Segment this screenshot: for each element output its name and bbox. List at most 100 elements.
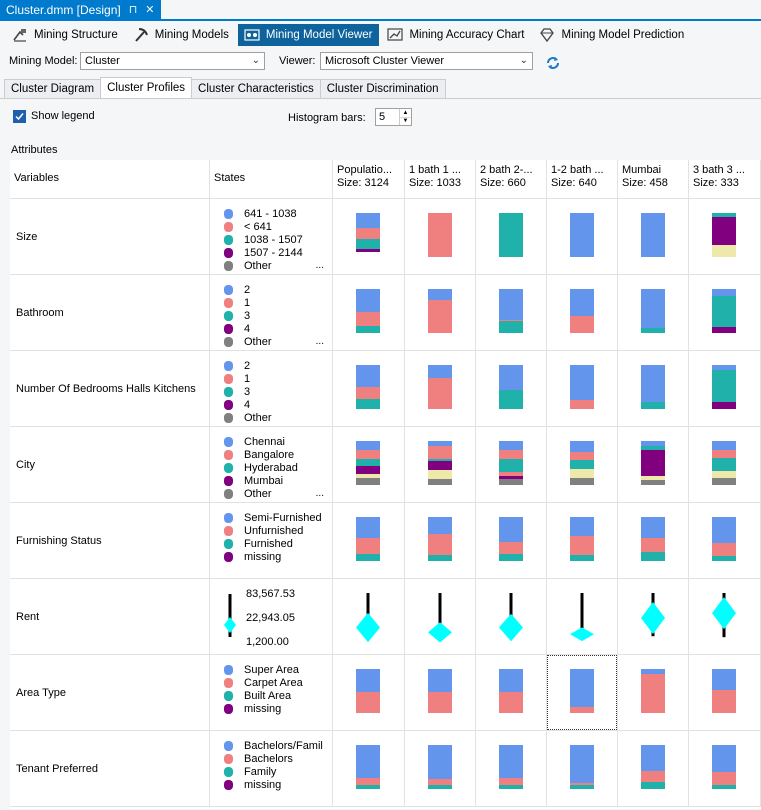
column-header-cluster[interactable]: 2 bath 2-... Size: 660 [476,160,547,199]
histogram-segment [641,289,665,328]
column-header-cluster[interactable]: 3 bath 3 ... Size: 333 [689,160,761,199]
state-color-swatch [224,704,233,714]
state-legend-item: 4 [224,399,250,411]
histogram-cell[interactable] [405,427,476,503]
pin-icon[interactable]: ⊓ [129,3,138,16]
variable-name[interactable]: Tenant Preferred [10,731,210,807]
histogram-segment [570,706,594,713]
column-header-cluster[interactable]: Populatio... Size: 3124 [333,160,405,199]
document-tab[interactable]: Cluster.dmm [Design] ⊓ ✕ [0,0,161,19]
histogram-cell[interactable] [618,427,689,503]
histogram-cell[interactable] [689,655,761,731]
histogram-cell[interactable] [476,503,547,579]
column-header-states[interactable]: States [210,160,333,199]
histogram-cell[interactable] [333,199,405,275]
toolbar-mining-structure-button[interactable]: Mining Structure [6,24,125,46]
variable-name[interactable]: Furnishing Status [10,503,210,579]
histogram-segment [712,470,736,479]
state-label: Chennai [244,436,285,448]
histogram-cell[interactable] [476,275,547,351]
histogram-cell[interactable] [476,427,547,503]
tab-cluster-characteristics[interactable]: Cluster Characteristics [191,79,321,98]
viewer-dropdown[interactable]: Microsoft Cluster Viewer ⌄ [320,52,533,70]
histogram-segment [428,470,452,479]
histogram-cell[interactable] [547,655,618,731]
histogram-cell[interactable] [476,199,547,275]
toolbar-mining-models-button[interactable]: Mining Models [127,24,236,46]
refresh-icon[interactable] [545,55,561,71]
histogram-cell[interactable] [547,351,618,427]
histogram-cell[interactable] [618,275,689,351]
histogram-cell[interactable] [405,731,476,807]
rent-profile-cell[interactable] [405,579,476,655]
histogram-cell[interactable] [405,199,476,275]
variable-name[interactable]: Size [10,199,210,275]
rent-profile-cell[interactable] [476,579,547,655]
histogram-segment [712,745,736,773]
toolbar-button-label: Mining Model Prediction [561,29,685,41]
histogram-cell[interactable] [618,655,689,731]
histogram-cell[interactable] [618,503,689,579]
histogram-cell[interactable] [476,655,547,731]
histogram-cell[interactable] [547,275,618,351]
state-label: 4 [244,399,251,411]
column-header-variables[interactable]: Variables [10,160,210,199]
histogram-cell[interactable] [547,199,618,275]
tab-cluster-profiles[interactable]: Cluster Profiles [100,77,193,98]
histogram-cell[interactable] [405,655,476,731]
toolbar-mining-model-viewer-button[interactable]: Mining Model Viewer [237,24,380,46]
state-legend-item: Built Area [224,690,291,702]
histogram-cell[interactable] [689,427,761,503]
histogram-cell[interactable] [689,199,761,275]
variable-name[interactable]: Bathroom [10,275,210,351]
histogram-cell[interactable] [476,731,547,807]
state-label: 1 [244,297,251,309]
histogram-cell[interactable] [333,275,405,351]
rent-profile-cell[interactable] [333,579,405,655]
histogram-cell[interactable] [333,351,405,427]
histogram-segment [641,327,665,333]
toolbar-mining-model-prediction-button[interactable]: Mining Model Prediction [533,24,691,46]
show-legend-checkbox[interactable] [13,110,26,123]
column-header-cluster[interactable]: 1 bath 1 ... Size: 1033 [405,160,476,199]
histogram-cell[interactable] [333,503,405,579]
histogram-segment [570,785,594,789]
histogram-cell[interactable] [405,351,476,427]
histogram-bar [712,669,736,713]
variable-name[interactable]: Rent [10,579,210,655]
histogram-cell[interactable] [618,199,689,275]
histogram-bars-spinner[interactable]: 5 ▲ ▼ [375,108,412,126]
histogram-cell[interactable] [618,351,689,427]
toolbar-mining-accuracy-chart-button[interactable]: Mining Accuracy Chart [381,24,531,46]
accuracy-chart-icon [387,27,404,43]
histogram-cell[interactable] [689,731,761,807]
histogram-cell[interactable] [405,275,476,351]
tab-cluster-diagram[interactable]: Cluster Diagram [4,79,102,98]
column-header-cluster[interactable]: 1-2 bath ... Size: 640 [547,160,618,199]
histogram-cell[interactable] [333,427,405,503]
histogram-cell[interactable] [333,655,405,731]
histogram-cell[interactable] [547,427,618,503]
variable-name[interactable]: Area Type [10,655,210,731]
tab-cluster-discrimination[interactable]: Cluster Discrimination [319,79,446,98]
rent-profile-cell[interactable] [689,579,761,655]
rent-profile-cell[interactable] [547,579,618,655]
pickaxe-icon [133,27,149,43]
column-header-cluster[interactable]: Mumbai Size: 458 [618,160,689,199]
histogram-cell[interactable] [689,503,761,579]
histogram-cell[interactable] [333,731,405,807]
histogram-cell[interactable] [618,731,689,807]
variable-name[interactable]: City [10,427,210,503]
histogram-cell[interactable] [689,351,761,427]
close-icon[interactable]: ✕ [145,3,154,16]
histogram-cell[interactable] [689,275,761,351]
histogram-cell[interactable] [476,351,547,427]
variable-name[interactable]: Number Of Bedrooms Halls Kitchens [10,351,210,427]
mining-model-dropdown[interactable]: Cluster ⌄ [80,52,265,70]
rent-profile-cell[interactable] [618,579,689,655]
spinner-down-icon[interactable]: ▼ [399,117,411,125]
histogram-bar [356,745,380,789]
histogram-cell[interactable] [547,503,618,579]
histogram-cell[interactable] [405,503,476,579]
histogram-cell[interactable] [547,731,618,807]
